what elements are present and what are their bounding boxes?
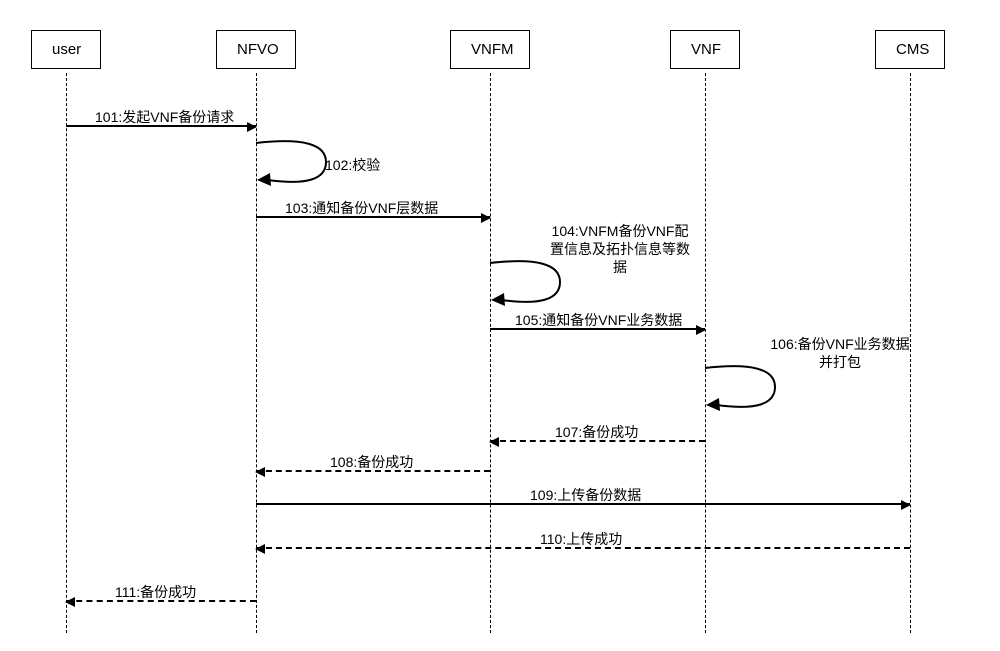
msg-105-label: 105:通知备份VNF业务数据: [515, 310, 682, 330]
msg-111-label: 111:备份成功: [115, 582, 196, 602]
lifeline-vnf: [705, 73, 706, 633]
msg-109-label: 109:上传备份数据: [530, 485, 641, 505]
participant-label: NFVO: [237, 41, 279, 58]
participant-label: user: [52, 41, 81, 58]
msg-108-label: 108:备份成功: [330, 452, 413, 472]
msg-110-label: 110:上传成功: [540, 529, 622, 549]
participant-nfvo: NFVO: [216, 30, 296, 69]
msg-103-label: 103:通知备份VNF层数据: [285, 198, 438, 218]
msg-104-label: 104:VNFM备份VNF配 置信息及拓扑信息等数 据: [540, 222, 700, 277]
participant-cms: CMS: [875, 30, 945, 69]
sequence-diagram: user NFVO VNFM VNF CMS 101:发起VNF备份请求 102…: [0, 0, 1000, 651]
msg-106-label: 106:备份VNF业务数据 并打包: [760, 335, 920, 371]
participant-vnfm: VNFM: [450, 30, 530, 69]
participant-user: user: [31, 30, 101, 69]
lifeline-vnfm: [490, 73, 491, 633]
participant-label: CMS: [896, 41, 929, 58]
msg-101-label: 101:发起VNF备份请求: [95, 107, 234, 127]
participant-label: VNFM: [471, 41, 514, 58]
msg-107-label: 107:备份成功: [555, 422, 638, 442]
lifeline-user: [66, 73, 67, 633]
participant-vnf: VNF: [670, 30, 740, 69]
msg-102-label: 102:校验: [325, 155, 380, 175]
participant-label: VNF: [691, 41, 721, 58]
msg-106-loop: [705, 365, 795, 420]
